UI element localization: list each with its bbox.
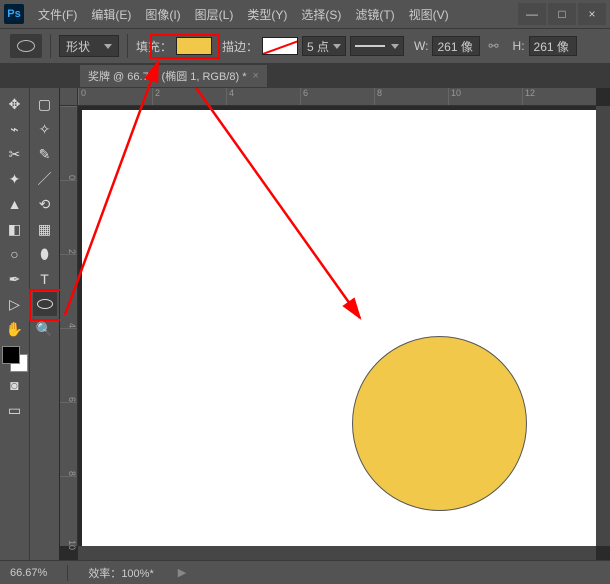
dodge-tool[interactable]: ○ [3,242,27,266]
quick-mask-tool[interactable]: ◙ [3,373,27,397]
document-tab-title: 奖牌 @ 66.7% (椭圆 1, RGB/8) * [88,68,247,84]
divider [67,565,68,581]
healing-tool[interactable]: ✦ [3,167,27,191]
menu-type[interactable]: 类型(Y) [241,2,293,27]
ruler-tick: 10 [60,476,77,550]
width-value: 261 像 [437,38,472,55]
ruler-tick: 0 [78,88,152,105]
divider [50,34,51,58]
toolbox-col-right: ▢ ✧ ✎ ／ ⟲ ▦ ⬮ T 🔍 [30,88,60,560]
eyedropper-tool[interactable]: ✎ [33,142,57,166]
title-bar: Ps 文件(F) 编辑(E) 图像(I) 图层(L) 类型(Y) 选择(S) 滤… [0,0,610,28]
crop-tool[interactable]: ✂ [3,142,27,166]
height-field[interactable]: 261 像 [529,36,577,56]
ruler-tick: 12 [522,88,596,105]
document-tab[interactable]: 奖牌 @ 66.7% (椭圆 1, RGB/8) * × [80,65,267,87]
foreground-swatch[interactable] [2,346,20,364]
options-bar: 形状 填充： 描边： 5 点 W: 261 像 ⚯ H: 261 像 [0,28,610,64]
blur-tool[interactable]: ⬮ [33,242,57,266]
document-tab-close[interactable]: × [253,70,259,82]
shape-mode-dropdown[interactable]: 形状 [59,35,119,57]
link-wh-icon[interactable]: ⚯ [484,39,502,53]
marquee-tool[interactable]: ▢ [33,92,57,116]
ruler-tick: 4 [226,88,300,105]
main-menu: 文件(F) 编辑(E) 图像(I) 图层(L) 类型(Y) 选择(S) 滤镜(T… [32,2,455,27]
height-value: 261 像 [534,38,569,55]
status-menu-arrow[interactable]: ▶ [178,566,186,579]
wand-tool[interactable]: ✧ [33,117,57,141]
minimize-button[interactable]: — [518,3,546,25]
ruler-tick: 6 [60,328,77,402]
ruler-tick: 6 [300,88,374,105]
stroke-label: 描边： [222,38,258,55]
menu-edit[interactable]: 编辑(E) [85,2,137,27]
divider [127,34,128,58]
move-tool[interactable]: ✥ [3,92,27,116]
shape-ellipse-1[interactable] [352,336,527,511]
ruler-tick: 8 [374,88,448,105]
stroke-size-field[interactable]: 5 点 [302,36,346,56]
stroke-size-value: 5 点 [307,38,329,55]
efficiency-readout: 效率：100%* [88,565,153,581]
ruler-tick: 10 [448,88,522,105]
height-label: H: [513,39,525,53]
window-controls: — □ × [516,3,606,25]
menu-view[interactable]: 视图(V) [403,2,455,27]
chevron-down-icon [333,44,341,49]
eraser-tool[interactable]: ◧ [3,217,27,241]
ellipse-icon [37,299,53,309]
ruler-tick: 2 [152,88,226,105]
menu-file[interactable]: 文件(F) [32,2,83,27]
stroke-color-swatch[interactable] [262,37,298,55]
stroke-line-icon [355,45,385,47]
shape-mode-label: 形状 [66,38,90,55]
fill-label: 填充： [136,38,172,55]
menu-layer[interactable]: 图层(L) [189,2,240,27]
width-field[interactable]: 261 像 [432,36,480,56]
ruler-horizontal[interactable]: 0 2 4 6 8 10 12 [78,88,596,106]
chevron-down-icon [391,44,399,49]
ruler-vertical[interactable]: 0 2 4 6 8 10 [60,106,78,546]
ruler-tick: 4 [60,254,77,328]
lasso-tool[interactable]: ⌁ [3,117,27,141]
tool-preset-ellipse[interactable] [10,34,42,58]
canvas[interactable] [82,110,596,546]
scrollbar-horizontal[interactable] [78,546,596,560]
toolbox-col-left: ✥ ⌁ ✂ ✦ ▲ ◧ ○ ✒ ▷ ✋ ◙ ▭ [0,88,30,560]
efficiency-value: 100%* [121,568,153,580]
menu-select[interactable]: 选择(S) [295,2,347,27]
document-tab-bar: 奖牌 @ 66.7% (椭圆 1, RGB/8) * × [0,64,610,88]
close-button[interactable]: × [578,3,606,25]
hand-tool[interactable]: ✋ [3,317,27,341]
fg-bg-colors[interactable] [2,346,28,372]
gradient-tool[interactable]: ▦ [33,217,57,241]
zoom-level[interactable]: 66.67% [10,567,47,579]
ellipse-shape-tool[interactable] [33,292,57,316]
ellipse-icon [17,40,35,52]
menu-filter[interactable]: 滤镜(T) [349,2,400,27]
ruler-tick: 0 [60,106,77,180]
type-tool[interactable]: T [33,267,57,291]
ruler-tick: 2 [60,180,77,254]
main-area: ✥ ⌁ ✂ ✦ ▲ ◧ ○ ✒ ▷ ✋ ◙ ▭ ▢ ✧ ✎ ／ ⟲ ▦ ⬮ T … [0,88,610,560]
ruler-corner [60,88,78,106]
app-logo: Ps [4,4,24,24]
ruler-tick: 8 [60,402,77,476]
path-select-tool[interactable]: ▷ [3,292,27,316]
stroke-style-dropdown[interactable] [350,36,404,56]
screen-mode-tool[interactable]: ▭ [3,398,27,422]
canvas-viewport: 0 2 4 6 8 10 12 0 2 4 6 8 10 [60,88,610,560]
width-label: W: [414,39,428,53]
status-bar: 66.67% 效率：100%* ▶ [0,560,610,584]
clone-tool[interactable]: ▲ [3,192,27,216]
brush-tool[interactable]: ／ [33,167,57,191]
pen-tool[interactable]: ✒ [3,267,27,291]
efficiency-label: 效率： [88,568,121,580]
scrollbar-vertical[interactable] [596,106,610,546]
maximize-button[interactable]: □ [548,3,576,25]
history-brush-tool[interactable]: ⟲ [33,192,57,216]
fill-color-swatch[interactable] [176,37,212,55]
chevron-down-icon [104,44,112,49]
menu-image[interactable]: 图像(I) [139,2,186,27]
